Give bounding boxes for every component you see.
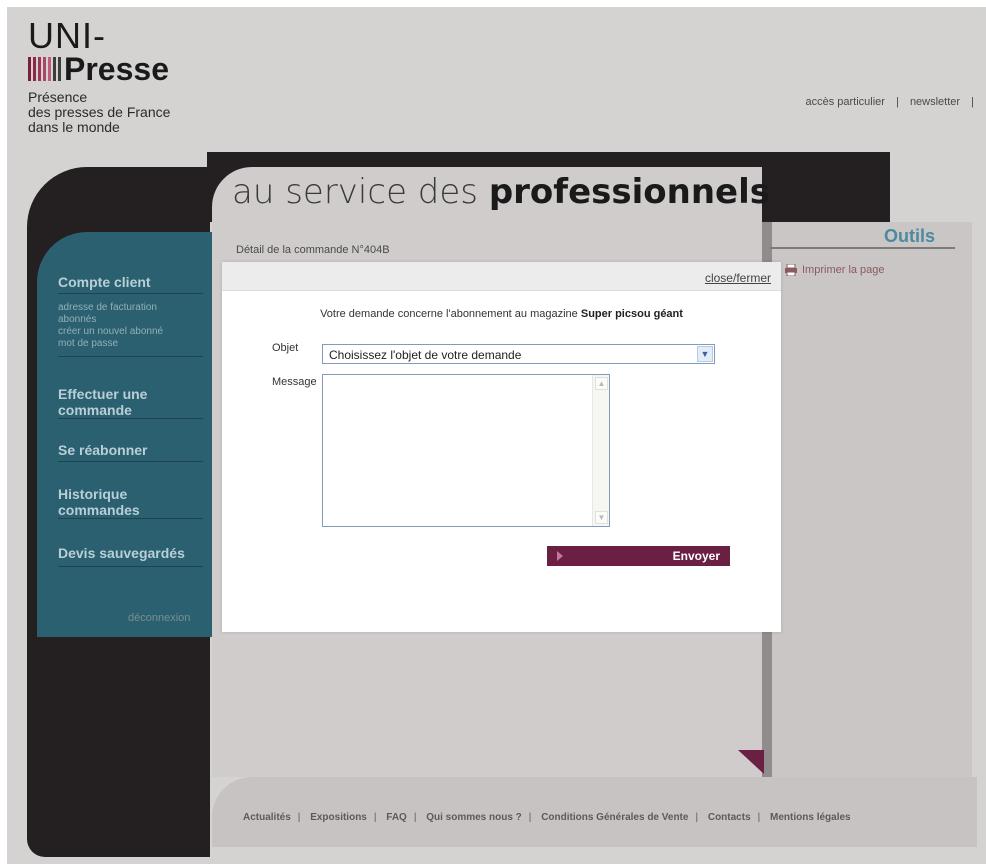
divider xyxy=(58,356,203,357)
separator: | xyxy=(971,96,974,108)
objet-label: Objet xyxy=(272,342,299,354)
scroll-down-icon[interactable]: ▼ xyxy=(595,511,608,524)
message-label: Message xyxy=(272,376,317,388)
link-newsletter[interactable]: newsletter xyxy=(910,96,960,108)
corner-arrow-icon xyxy=(738,750,764,774)
headline-light: au service des xyxy=(232,172,479,212)
magazine-name: Super picsou géant xyxy=(580,308,683,320)
logo-bar xyxy=(28,57,31,81)
logo-bar xyxy=(58,57,61,81)
modal-header: close/fermer xyxy=(222,262,781,291)
order-detail-title: Détail de la commande N°404B xyxy=(236,244,390,256)
footer-link-contacts[interactable]: Contacts xyxy=(708,812,751,823)
send-label: Envoyer xyxy=(672,549,720,563)
footer-link-mentions-legales[interactable]: Mentions légales xyxy=(770,812,851,823)
separator: | xyxy=(413,812,417,823)
logo-line2: Presse xyxy=(64,51,169,87)
footer-link-qui-sommes-nous[interactable]: Qui sommes nous ? xyxy=(426,812,522,823)
uni-presse-logo[interactable]: UNI- Presse Présence des presses de Fran… xyxy=(28,18,170,135)
objet-select[interactable]: Choisissez l'objet de votre demande ▼ xyxy=(322,344,715,364)
logo-bar xyxy=(48,57,51,81)
intro-text: Votre demande concerne l'abonnement au m… xyxy=(320,308,578,320)
scroll-up-icon[interactable]: ▲ xyxy=(595,377,608,390)
nav-mot-de-passe[interactable]: mot de passe xyxy=(58,338,163,350)
footer-link-actualites[interactable]: Actualités xyxy=(243,812,291,823)
chevron-down-icon[interactable]: ▼ xyxy=(697,346,713,362)
headline-bold: professionnels xyxy=(488,172,770,212)
close-button[interactable]: close/fermer xyxy=(705,271,771,285)
logo-line1: UNI- xyxy=(28,15,106,56)
nav-se-reabonner[interactable]: Se réabonner xyxy=(58,442,147,458)
play-arrow-icon xyxy=(557,551,563,561)
nav-adresse-facturation[interactable]: adresse de facturation xyxy=(58,302,163,314)
tagline-line: des presses de France xyxy=(28,104,171,120)
printer-icon xyxy=(785,264,797,276)
nav-label: Historique xyxy=(58,486,128,502)
divider xyxy=(58,293,203,294)
compte-client-submenu: adresse de facturation abonnés créer un … xyxy=(58,302,163,350)
divider xyxy=(58,418,203,419)
separator: | xyxy=(757,812,761,823)
nav-label: commande xyxy=(58,402,132,418)
logo-tagline: Présence des presses de France dans le m… xyxy=(28,90,170,135)
print-label: Imprimer la page xyxy=(802,264,885,276)
footer-links: Actualités | Expositions | FAQ | Qui sommes… xyxy=(243,812,851,823)
footer-link-cgv[interactable]: Conditions Générales de Vente xyxy=(541,812,688,823)
tools-panel xyxy=(762,222,972,842)
nav-devis-sauvegardes[interactable]: Devis sauvegardés xyxy=(58,545,185,561)
logo-bar xyxy=(43,57,46,81)
tools-title: Outils xyxy=(770,226,955,249)
logout-link[interactable]: déconnexion xyxy=(128,612,190,624)
nav-effectuer-commande[interactable]: Effectuer une commande xyxy=(58,386,147,418)
nav-abonnes[interactable]: abonnés xyxy=(58,314,163,326)
separator: | xyxy=(695,812,699,823)
tagline-line: Présence xyxy=(28,89,88,105)
top-links: accès particulier | newsletter | xyxy=(801,96,978,108)
page-headline: au service des professionnels xyxy=(232,172,770,212)
logo-bar xyxy=(33,57,36,81)
message-textarea[interactable]: ▲ ▼ xyxy=(322,374,610,527)
link-acces-particulier[interactable]: accès particulier xyxy=(805,96,884,108)
modal-intro: Votre demande concerne l'abonnement au m… xyxy=(222,308,781,320)
separator: | xyxy=(297,812,301,823)
send-button[interactable]: Envoyer xyxy=(547,546,730,566)
tagline-line: dans le monde xyxy=(28,119,120,135)
nav-label: commandes xyxy=(58,502,140,518)
divider xyxy=(58,518,203,519)
separator: | xyxy=(528,812,532,823)
divider xyxy=(58,461,203,462)
footer-link-expositions[interactable]: Expositions xyxy=(310,812,367,823)
logo-bar xyxy=(53,57,56,81)
separator: | xyxy=(373,812,377,823)
footer-link-faq[interactable]: FAQ xyxy=(386,812,407,823)
nav-historique-commandes[interactable]: Historique commandes xyxy=(58,486,140,518)
print-page-link[interactable]: Imprimer la page xyxy=(784,264,885,276)
objet-select-value: Choisissez l'objet de votre demande xyxy=(329,348,522,362)
nav-compte-client[interactable]: Compte client xyxy=(58,274,151,290)
scrollbar[interactable]: ▲ ▼ xyxy=(592,375,609,526)
divider xyxy=(58,566,203,567)
logo-bars-icon xyxy=(28,57,61,81)
nav-label: Effectuer une xyxy=(58,386,148,402)
nav-creer-abonne[interactable]: créer un nouvel abonné xyxy=(58,326,163,338)
request-modal: close/fermer Votre demande concerne l'ab… xyxy=(222,262,781,632)
separator: | xyxy=(896,96,899,108)
logo-bar xyxy=(38,57,41,81)
